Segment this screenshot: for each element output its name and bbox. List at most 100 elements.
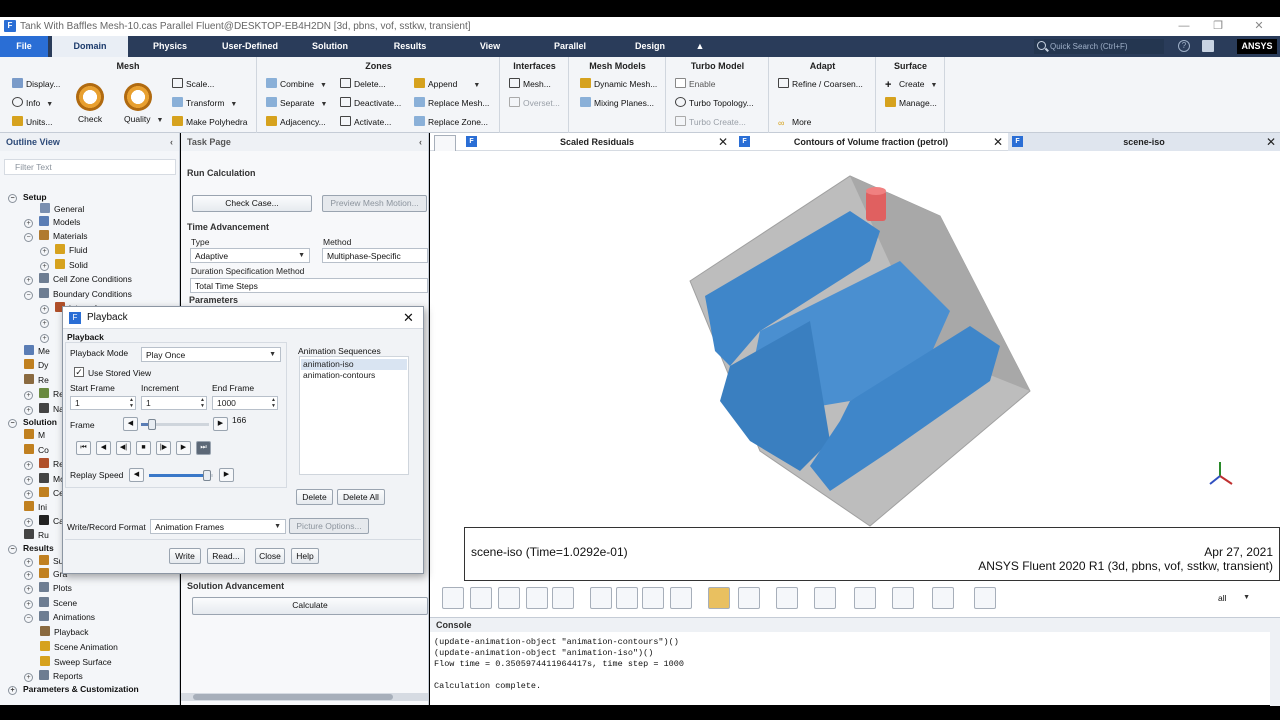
delete-all-button[interactable]: Delete All [337,489,385,505]
expand-toggle-icon[interactable]: + [40,305,49,314]
close-dialog-button[interactable]: Close [255,548,285,564]
type-select[interactable]: Adaptive ▼ [190,248,310,263]
adapt-more-button[interactable]: ∞ More [778,115,811,129]
help-icon[interactable]: ? [1178,40,1190,52]
zoom-icon[interactable] [498,587,520,609]
tree-item[interactable]: + Solid [40,258,88,272]
skip-to-start-icon[interactable]: ⏮ [76,441,91,455]
expand-toggle-icon[interactable]: + [24,476,33,485]
picture-options-button[interactable]: Picture Options... [289,518,369,534]
chart-icon[interactable] [932,587,954,609]
activate-button[interactable]: Activate... [340,115,391,129]
zoom-scope-select[interactable]: all ▼ [1214,591,1254,605]
ruler-icon[interactable] [776,587,798,609]
tab-design[interactable]: Design [612,36,688,57]
surface-create-button[interactable]: + Create ▼ [885,77,937,91]
tree-item[interactable]: General [40,202,84,216]
sequence-item-animation-contours[interactable]: animation-contours [301,370,407,381]
overset-button[interactable]: Overset... [509,96,560,110]
tree-item[interactable]: Me [24,344,50,358]
turbo-create-button[interactable]: Turbo Create... [675,115,746,129]
zoom-region-icon[interactable] [526,587,548,609]
tab-scaled-residuals[interactable]: F Scaled Residuals ✕ [462,133,732,151]
replace-mesh-button[interactable]: Replace Mesh... [414,96,489,110]
use-stored-view-checkbox[interactable]: ✓ [74,367,84,377]
ribbon-collapse-icon[interactable]: ▲ [690,36,710,57]
expand-toggle-icon[interactable]: + [24,219,33,228]
expand-toggle-icon[interactable]: + [24,673,33,682]
zoom-in-icon[interactable] [590,587,612,609]
playback-mode-select[interactable]: Play Once ▼ [141,347,281,362]
tree-item[interactable]: Scene Animation [40,640,118,654]
delete-sequence-button[interactable]: Delete [296,489,333,505]
tree-item[interactable]: + Reports [24,669,83,683]
minimize-button[interactable]: — [1176,19,1192,33]
tree-item[interactable]: + Cell Zone Conditions [24,272,132,286]
check-button[interactable]: Check [78,112,102,126]
expand-toggle-icon[interactable]: + [24,490,33,499]
write-button[interactable]: Write [169,548,201,564]
scrollbar-thumb[interactable] [193,694,393,700]
tree-item[interactable]: + Scene [24,596,77,610]
delete-zone-button[interactable]: Delete... [340,77,386,91]
tree-item[interactable]: + Models [24,215,80,229]
separate-button[interactable]: Separate ▼ [266,96,327,110]
tree-item[interactable]: − Results [8,541,54,555]
expand-toggle-icon[interactable]: + [24,461,33,470]
tree-item[interactable]: Playback [40,625,89,639]
expand-toggle-icon[interactable]: + [40,247,49,256]
tab-user-defined[interactable]: User-Defined [212,36,288,57]
surface-manage-button[interactable]: Manage... [885,96,937,110]
stop-icon[interactable]: ■ [136,441,151,455]
collapse-toggle-icon[interactable]: − [24,291,33,300]
sequence-item-animation-iso[interactable]: animation-iso [301,359,407,370]
preview-mesh-motion-button[interactable]: Preview Mesh Motion... [322,195,427,212]
close-tab-icon[interactable]: ✕ [1266,133,1276,151]
expand-toggle-icon[interactable]: + [24,276,33,285]
tab-parallel[interactable]: Parallel [532,36,608,57]
deactivate-button[interactable]: Deactivate... [340,96,401,110]
layout-icon[interactable] [892,587,914,609]
tree-item[interactable]: − Materials [24,229,87,243]
fit-icon[interactable] [670,587,692,609]
combine-button[interactable]: Combine ▼ [266,77,327,91]
axes-icon[interactable] [642,587,664,609]
tree-item[interactable]: + Re [24,387,64,401]
quality-button[interactable]: Quality ▼ [124,112,163,126]
method-select[interactable]: Multiphase-Specific [322,248,428,263]
replay-speed-slider[interactable] [149,470,213,481]
read-button[interactable]: Read... [207,548,245,564]
tree-item[interactable]: + Gra [24,567,67,581]
tree-item[interactable]: + Ce [24,486,64,500]
tab-domain[interactable]: Domain [52,36,128,57]
tree-item[interactable]: − Animations [24,610,95,624]
turbo-enable-checkbox[interactable]: Enable [675,77,715,91]
tree-item[interactable]: − Boundary Conditions [24,287,132,301]
tree-item[interactable]: Sweep Surface [40,655,112,669]
tree-item[interactable]: Co [24,443,49,457]
expand-toggle-icon[interactable]: + [24,406,33,415]
tree-item[interactable]: Re [24,373,49,387]
frame-prev-arrow-icon[interactable]: ◀ [123,417,138,431]
speed-down-arrow-icon[interactable]: ◀ [129,468,144,482]
console-scrollbar[interactable] [1270,632,1280,706]
help-button[interactable]: Help [291,548,319,564]
expand-toggle-icon[interactable]: + [24,391,33,400]
collapse-toggle-icon[interactable]: − [8,194,17,203]
scale-button[interactable]: Scale... [172,77,214,91]
select-icon[interactable] [552,587,574,609]
collapse-toggle-icon[interactable]: − [24,233,33,242]
append-button[interactable]: Append ▼ [414,77,480,91]
close-dialog-icon[interactable]: ✕ [403,307,414,329]
tree-item[interactable]: + Fluid [40,243,87,257]
expand-toggle-icon[interactable]: + [40,334,49,343]
units-button[interactable]: Units... [12,115,52,129]
tree-item[interactable]: + Cal [24,514,66,528]
tree-item[interactable]: Ini [24,500,47,514]
collapse-pane-icon[interactable]: ‹ [170,133,173,151]
outline-filter-input[interactable]: Filter Text [4,159,176,175]
info-button[interactable]: Info ▼ [12,96,53,110]
tree-item[interactable]: + Mo [24,472,65,486]
tree-item[interactable]: + Parameters & Customization [8,682,139,696]
task-scrollbar[interactable] [181,693,428,701]
